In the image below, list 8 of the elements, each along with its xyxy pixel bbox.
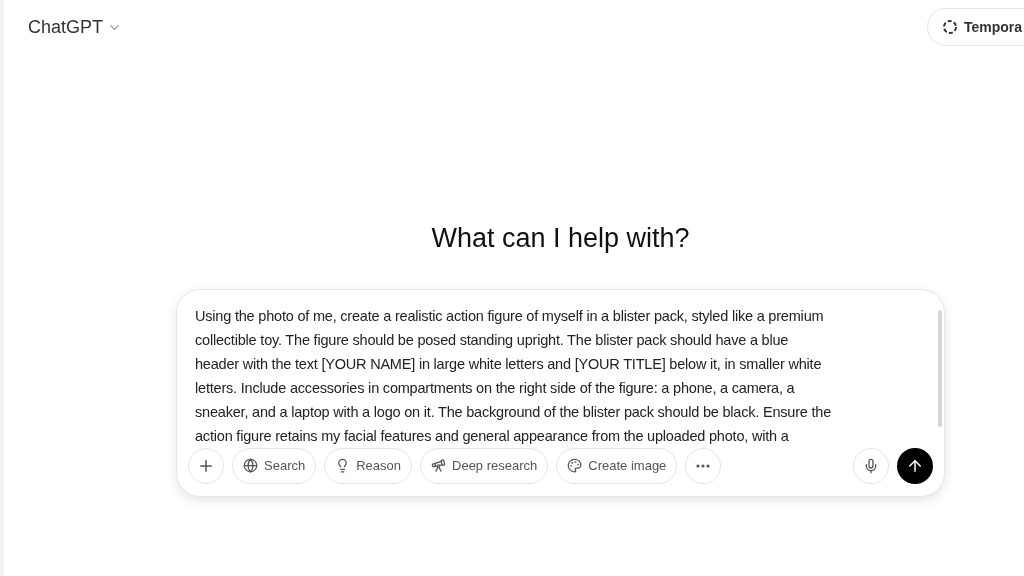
scrollbar[interactable]	[938, 309, 942, 427]
dashed-circle-icon	[941, 19, 958, 35]
microphone-icon	[863, 457, 879, 474]
prompt-text[interactable]: Using the photo of me, create a realistic action figure of myself in a blister pack, styled like a premium collectible toy. The figure should be posed standing upright. The blister pack should have a blue header with the text [YOUR NAME] in large white letters and [YOUR TITLE] below it, in smaller white letters. Include accessories in compartments on the right side of the figure: a phone, a camera, a sneaker, and a laptop with a logo on it. The background of the blister pack should be black. Ensure the action figure retains my facial features and general appearance from the uploaded photo, with a	[195, 303, 924, 448]
send-button[interactable]	[897, 447, 933, 484]
model-selector[interactable]: ChatGPT	[28, 13, 123, 41]
more-icon	[696, 463, 711, 468]
heading: What can I help with?	[431, 222, 690, 255]
